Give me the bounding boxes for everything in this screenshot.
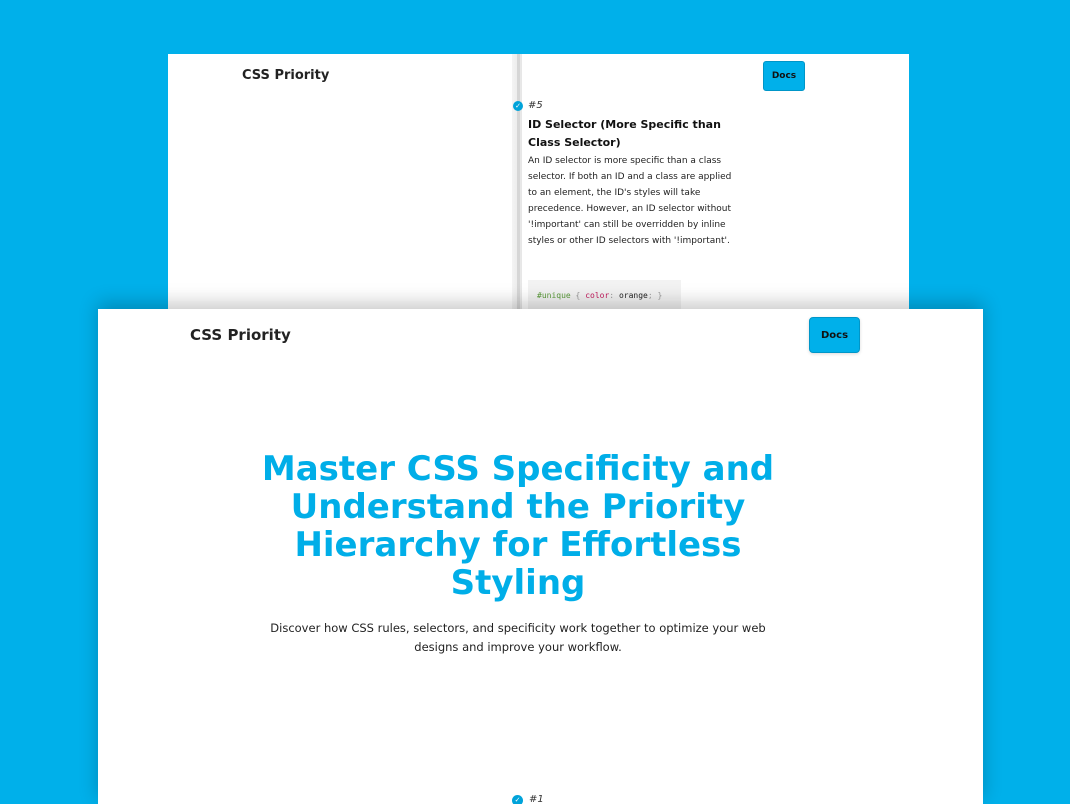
card-description: An ID selector is more specific than a c…: [528, 156, 732, 246]
card-title: ID Selector (More Specific than Class Se…: [528, 118, 721, 149]
docs-button[interactable]: Docs: [809, 317, 860, 353]
brand-logo[interactable]: CSS Priority: [190, 326, 291, 344]
hero-subtitle: Discover how CSS rules, selectors, and s…: [270, 621, 766, 654]
code-colon: :: [609, 291, 615, 300]
step-number: #1: [529, 794, 544, 804]
code-selector: #unique: [537, 291, 571, 300]
step-number: #5: [528, 100, 543, 111]
check-circle-icon: ✓: [513, 101, 523, 111]
hero-title: Master CSS Specificity and Understand th…: [261, 449, 775, 603]
back-window: CSS Priority Docs ✓ #5 ID Selector (More…: [168, 54, 909, 310]
front-window: CSS Priority Docs Master CSS Specificity…: [98, 309, 983, 804]
timeline-line: [517, 54, 520, 310]
code-snippet: #unique { color: orange; }: [528, 280, 681, 310]
code-close-brace: }: [657, 291, 663, 300]
code-open-brace: {: [575, 291, 581, 300]
brand-logo[interactable]: CSS Priority: [242, 68, 329, 83]
check-circle-icon: ✓: [512, 795, 523, 804]
code-property: color: [585, 291, 610, 300]
code-semicolon: ;: [647, 291, 653, 300]
code-value: orange: [618, 291, 648, 300]
docs-button[interactable]: Docs: [763, 61, 805, 91]
